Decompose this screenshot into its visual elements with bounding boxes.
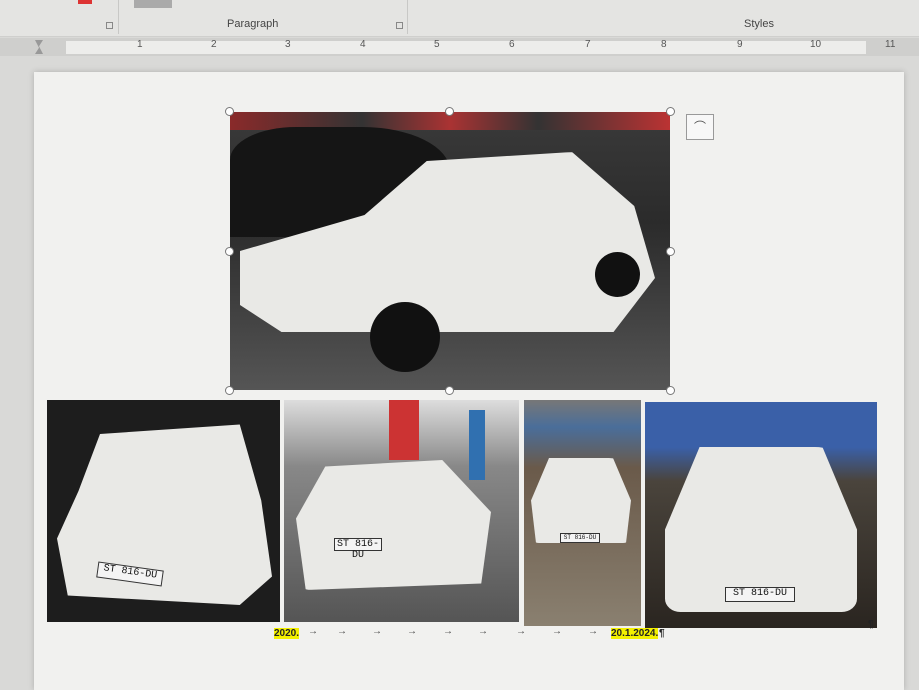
caption-date-left: 2020. <box>274 628 300 639</box>
ruler-mark: 3 <box>285 39 291 50</box>
paragraph-group-label: Paragraph <box>227 18 279 30</box>
paragraph-dialog-launcher[interactable] <box>396 22 403 29</box>
tab-mark: → <box>443 626 453 637</box>
resize-handle[interactable] <box>666 247 675 256</box>
indent-marker[interactable] <box>35 40 43 54</box>
ruler-mark: 8 <box>661 39 667 50</box>
white-car <box>531 458 631 543</box>
license-plate: ST 816-DU <box>725 587 795 602</box>
tab-mark: → <box>516 626 526 637</box>
ruler-mark: 2 <box>211 39 217 50</box>
divider <box>118 0 119 34</box>
tab-mark: → <box>308 626 318 637</box>
resize-handle[interactable] <box>445 107 454 116</box>
caption-date-right: 20.1.2024. <box>611 628 659 639</box>
font-color-icon[interactable] <box>78 0 92 4</box>
ruler-mark: 6 <box>509 39 515 50</box>
tab-mark: → <box>478 626 488 637</box>
horizontal-ruler[interactable]: 1 2 3 4 5 6 7 8 9 10 11 <box>0 38 919 56</box>
ribbon-button[interactable] <box>134 0 172 8</box>
resize-handle[interactable] <box>445 386 454 395</box>
ruler-mark: 4 <box>360 39 366 50</box>
resize-handle[interactable] <box>225 247 234 256</box>
wheel <box>595 252 640 297</box>
ruler-mark: 1 <box>137 39 143 50</box>
divider <box>407 0 408 34</box>
resize-handle[interactable] <box>666 107 675 116</box>
tab-mark: → <box>407 626 417 637</box>
ribbon: Paragraph Styles <box>0 0 919 37</box>
front-photo-1[interactable]: ST 816-DU <box>47 400 280 622</box>
license-plate: ST 816-DU <box>560 533 600 543</box>
license-plate: ST 816-DU <box>334 538 382 561</box>
ruler-mark: 11 <box>885 39 896 50</box>
resize-handle[interactable] <box>225 107 234 116</box>
front-photo-3[interactable]: ST 816-DU <box>645 402 877 628</box>
pilcrow-mark: ¶ <box>868 619 874 630</box>
pillar <box>469 410 485 480</box>
tab-mark: → <box>372 626 382 637</box>
wheel <box>370 302 440 372</box>
front-photo-2[interactable]: ST 816-DU <box>524 400 641 626</box>
main-car-photo[interactable] <box>230 112 670 390</box>
ruler-mark: 10 <box>810 39 822 50</box>
rear-photo[interactable]: ST 816-DU <box>284 400 519 622</box>
tab-mark: → <box>588 626 598 637</box>
white-car <box>57 424 272 605</box>
tab-mark: → <box>552 626 562 637</box>
resize-handle[interactable] <box>666 386 675 395</box>
ruler-track <box>66 41 866 54</box>
tab-mark: → <box>337 626 347 637</box>
layout-options-button[interactable]: ⌒ <box>686 114 714 140</box>
styles-group-label: Styles <box>744 18 774 30</box>
ruler-mark: 7 <box>585 39 591 50</box>
pilcrow-mark: ¶ <box>659 628 665 639</box>
ruler-mark: 5 <box>434 39 440 50</box>
font-dialog-launcher[interactable] <box>106 22 113 29</box>
pillar <box>389 400 419 460</box>
ruler-mark: 9 <box>737 39 743 50</box>
white-car <box>296 460 491 590</box>
resize-handle[interactable] <box>225 386 234 395</box>
